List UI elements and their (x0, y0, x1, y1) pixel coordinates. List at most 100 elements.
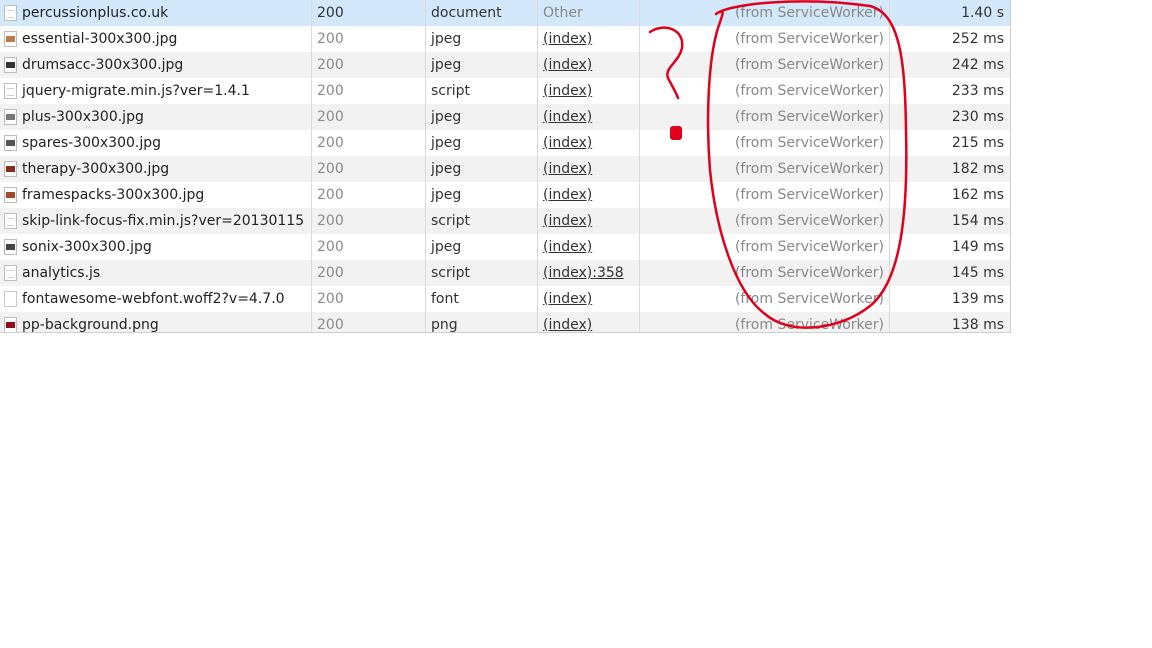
type-cell: jpeg (426, 104, 538, 130)
status-cell: 200 (312, 26, 426, 52)
initiator-cell[interactable]: (index) (538, 104, 640, 130)
time-cell: 233 ms (951, 83, 1004, 99)
initiator-cell[interactable]: (index) (538, 312, 640, 332)
size-cell: (from ServiceWorker) (640, 130, 890, 156)
status-cell: 200 (312, 260, 426, 286)
request-name: fontawesome-webfont.woff2?v=4.7.0 (22, 291, 285, 307)
table-row[interactable]: framespacks-300x300.jpg 200 jpeg (index) (fr… (0, 182, 1010, 208)
status-cell: 200 (312, 312, 426, 332)
initiator-cell[interactable]: (index):358 (538, 260, 640, 286)
table-row[interactable]: essential-300x300.jpg 200 jpeg (index) (from… (0, 26, 1010, 52)
name-cell[interactable]: drumsacc-300x300.jpg (0, 52, 312, 78)
initiator-link[interactable]: (index) (543, 31, 592, 47)
initiator-cell[interactable]: (index) (538, 78, 640, 104)
size-cell: (from ServiceWorker) (640, 156, 890, 182)
time-cell: 145 ms (951, 265, 1004, 281)
time-cell: 1.40 s (961, 5, 1004, 21)
network-request-table: percussionplus.co.uk 200 document Other (fro… (0, 0, 1011, 333)
initiator-link[interactable]: (index) (543, 135, 592, 151)
type-cell: jpeg (426, 182, 538, 208)
table-row[interactable]: skip-link-focus-fix.min.js?ver=20130115 2… (0, 208, 1010, 234)
table-row[interactable]: drumsacc-300x300.jpg 200 jpeg (index) (from … (0, 52, 1010, 78)
initiator-link[interactable]: (index) (543, 57, 592, 73)
status-cell: 200 (312, 156, 426, 182)
initiator-cell[interactable]: (index) (538, 208, 640, 234)
size-cell: (from ServiceWorker) (640, 26, 890, 52)
name-cell[interactable]: spares-300x300.jpg (0, 130, 312, 156)
status-cell: 200 (312, 130, 426, 156)
name-cell[interactable]: framespacks-300x300.jpg (0, 182, 312, 208)
initiator-cell[interactable]: (index) (538, 52, 640, 78)
time-cell: 230 ms (951, 109, 1004, 125)
size-cell: (from ServiceWorker) (640, 0, 890, 26)
type-cell: script (426, 208, 538, 234)
document-icon (4, 5, 17, 21)
name-cell[interactable]: pp-background.png (0, 312, 312, 333)
table-row[interactable]: jquery-migrate.min.js?ver=1.4.1 200 script… (0, 78, 1010, 104)
table-row[interactable]: percussionplus.co.uk 200 document Other (fro… (0, 0, 1010, 26)
request-name: pp-background.png (22, 317, 159, 333)
name-cell[interactable]: skip-link-focus-fix.min.js?ver=20130115 (0, 208, 312, 234)
table-row[interactable]: pp-background.png 200 png (index) (from Serv… (0, 312, 1010, 333)
initiator-link[interactable]: (index) (543, 83, 592, 99)
name-cell[interactable]: analytics.js (0, 260, 312, 286)
initiator-link[interactable]: (index) (543, 161, 592, 177)
name-cell[interactable]: fontawesome-webfont.woff2?v=4.7.0 (0, 286, 312, 312)
type-cell: jpeg (426, 234, 538, 260)
status-cell: 200 (312, 234, 426, 260)
table-row[interactable]: analytics.js 200 script (index):358 (from Se… (0, 260, 1010, 286)
initiator-cell[interactable]: (index) (538, 26, 640, 52)
request-name: sonix-300x300.jpg (22, 239, 152, 255)
time-cell: 252 ms (951, 31, 1004, 47)
initiator-cell[interactable]: (index) (538, 182, 640, 208)
name-cell[interactable]: sonix-300x300.jpg (0, 234, 312, 260)
initiator-cell[interactable]: (index) (538, 286, 640, 312)
size-cell: (from ServiceWorker) (640, 182, 890, 208)
table-row[interactable]: fontawesome-webfont.woff2?v=4.7.0 200 font… (0, 286, 1010, 312)
image-icon (4, 317, 17, 332)
size-cell: (from ServiceWorker) (640, 286, 890, 312)
script-icon (4, 213, 17, 229)
initiator-link[interactable]: (index) (543, 291, 592, 307)
script-icon (4, 265, 17, 281)
initiator-cell: Other (538, 0, 640, 26)
request-name: jquery-migrate.min.js?ver=1.4.1 (22, 83, 250, 99)
initiator-link[interactable]: (index) (543, 187, 592, 203)
table-row[interactable]: sonix-300x300.jpg 200 jpeg (index) (from Ser… (0, 234, 1010, 260)
initiator-link[interactable]: (index) (543, 109, 592, 125)
request-name: spares-300x300.jpg (22, 135, 162, 151)
table-row[interactable]: plus-300x300.jpg 200 jpeg (index) (from Serv… (0, 104, 1010, 130)
size-cell: (from ServiceWorker) (640, 260, 890, 286)
script-icon (4, 83, 17, 99)
image-icon (4, 135, 17, 151)
type-cell: jpeg (426, 156, 538, 182)
size-cell: (from ServiceWorker) (640, 312, 890, 332)
font-icon (4, 291, 17, 307)
initiator-link[interactable]: (index) (543, 213, 592, 229)
initiator-link[interactable]: (index) (543, 317, 592, 332)
name-cell[interactable]: essential-300x300.jpg (0, 26, 312, 52)
image-icon (4, 57, 17, 73)
request-name: essential-300x300.jpg (22, 31, 178, 47)
status-cell: 200 (312, 78, 426, 104)
table-row[interactable]: therapy-300x300.jpg 200 jpeg (index) (from S… (0, 156, 1010, 182)
initiator-link[interactable]: (index) (543, 239, 592, 255)
table-row[interactable]: spares-300x300.jpg 200 jpeg (index) (from Se… (0, 130, 1010, 156)
status-cell: 200 (312, 286, 426, 312)
name-cell[interactable]: jquery-migrate.min.js?ver=1.4.1 (0, 78, 312, 104)
time-cell: 149 ms (951, 239, 1004, 255)
initiator-cell[interactable]: (index) (538, 234, 640, 260)
type-cell: script (426, 260, 538, 286)
type-cell: jpeg (426, 26, 538, 52)
initiator-cell[interactable]: (index) (538, 156, 640, 182)
size-cell: (from ServiceWorker) (640, 52, 890, 78)
name-cell[interactable]: therapy-300x300.jpg (0, 156, 312, 182)
time-cell: 139 ms (951, 291, 1004, 307)
name-cell[interactable]: plus-300x300.jpg (0, 104, 312, 130)
initiator-cell[interactable]: (index) (538, 130, 640, 156)
image-icon (4, 187, 17, 203)
initiator-link[interactable]: (index):358 (543, 265, 624, 281)
size-cell: (from ServiceWorker) (640, 208, 890, 234)
name-cell[interactable]: percussionplus.co.uk (0, 0, 312, 26)
type-cell: script (426, 78, 538, 104)
